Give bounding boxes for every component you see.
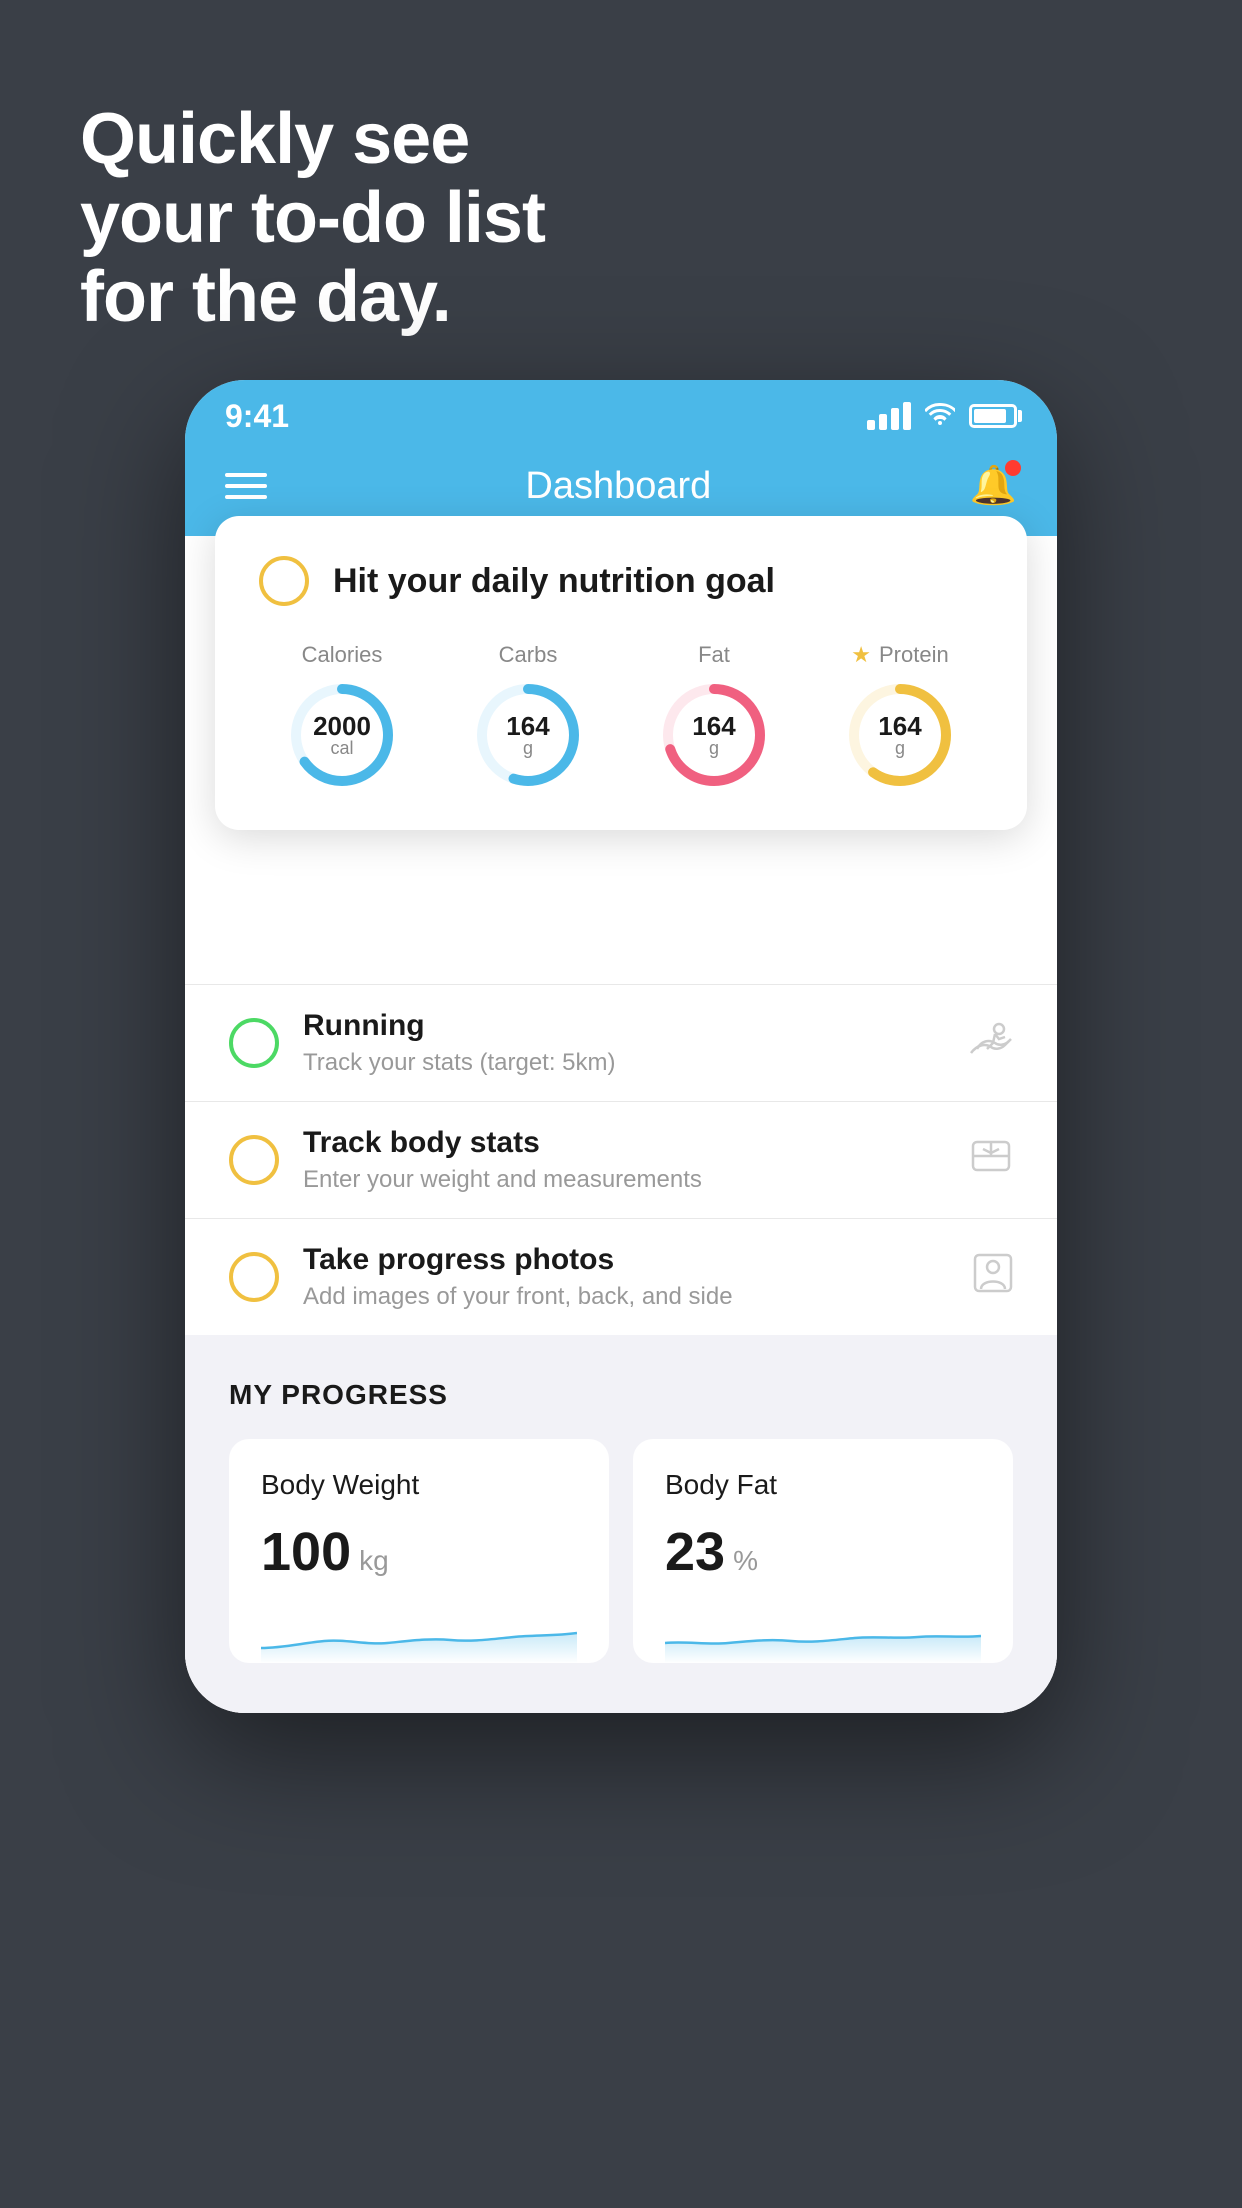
body-weight-unit: kg <box>359 1545 389 1577</box>
person-icon <box>973 1253 1013 1302</box>
status-icons <box>867 401 1017 432</box>
body-fat-number: 23 <box>665 1521 725 1583</box>
carbs-circle: 164 g <box>473 680 583 790</box>
hero-line3: for the day. <box>80 258 545 337</box>
running-subtitle: Track your stats (target: 5km) <box>303 1049 945 1077</box>
carbs-label: Carbs <box>499 642 558 668</box>
status-bar: 9:41 <box>185 380 1057 444</box>
wifi-icon <box>925 401 955 432</box>
card-title: Hit your daily nutrition goal <box>333 562 775 601</box>
photos-subtitle: Add images of your front, back, and side <box>303 1283 949 1311</box>
running-info: Running Track your stats (target: 5km) <box>303 1009 945 1077</box>
body-weight-card: Body Weight 100 kg <box>229 1439 609 1663</box>
protein-value: 164 <box>878 713 921 739</box>
body-weight-sparkline <box>261 1603 577 1663</box>
body-weight-number: 100 <box>261 1521 351 1583</box>
photos-info: Take progress photos Add images of your … <box>303 1243 949 1311</box>
calories-label: Calories <box>302 642 383 668</box>
app-title: Dashboard <box>525 465 711 508</box>
hero-line1: Quickly see <box>80 100 545 179</box>
calories-value: 2000 <box>313 713 371 739</box>
fat-unit: g <box>692 739 735 757</box>
main-content: THINGS TO DO TODAY Hit your daily nutrit… <box>185 536 1057 1713</box>
notification-bell[interactable]: 🔔 <box>970 464 1017 508</box>
progress-cards: Body Weight 100 kg <box>229 1439 1013 1663</box>
body-fat-card: Body Fat 23 % <box>633 1439 1013 1663</box>
phone-frame: 9:41 Dashboard 🔔 <box>185 380 1057 1713</box>
hamburger-menu[interactable] <box>225 473 267 499</box>
todo-item-body-stats[interactable]: Track body stats Enter your weight and m… <box>185 1101 1057 1218</box>
photos-title: Take progress photos <box>303 1243 949 1277</box>
body-weight-title: Body Weight <box>261 1469 577 1501</box>
body-stats-title: Track body stats <box>303 1126 945 1160</box>
calories-unit: cal <box>313 739 371 757</box>
body-fat-sparkline <box>665 1603 981 1663</box>
hero-line2: your to-do list <box>80 179 545 258</box>
carbs-value: 164 <box>506 713 549 739</box>
protein-unit: g <box>878 739 921 757</box>
body-fat-title: Body Fat <box>665 1469 981 1501</box>
body-stats-subtitle: Enter your weight and measurements <box>303 1166 945 1194</box>
carbs-unit: g <box>506 739 549 757</box>
body-fat-unit: % <box>733 1545 758 1577</box>
progress-section: MY PROGRESS Body Weight 100 kg <box>185 1335 1057 1713</box>
nutrition-checkbox[interactable] <box>259 556 309 606</box>
signal-icon <box>867 402 911 430</box>
fat-circle: 164 g <box>659 680 769 790</box>
hero-text: Quickly see your to-do list for the day. <box>80 100 545 338</box>
scale-icon <box>969 1136 1013 1185</box>
fat-label: Fat <box>698 642 730 668</box>
running-checkbox[interactable] <box>229 1018 279 1068</box>
card-header: Hit your daily nutrition goal <box>259 556 983 606</box>
photos-checkbox[interactable] <box>229 1252 279 1302</box>
body-stats-checkbox[interactable] <box>229 1135 279 1185</box>
body-fat-value-row: 23 % <box>665 1521 981 1583</box>
nutrition-carbs: Carbs 164 g <box>473 642 583 790</box>
running-title: Running <box>303 1009 945 1043</box>
nutrition-card: Hit your daily nutrition goal Calories 2… <box>215 516 1027 830</box>
nutrition-calories: Calories 2000 cal <box>287 642 397 790</box>
protein-label-star: ★ Protein <box>851 642 948 668</box>
todo-item-photos[interactable]: Take progress photos Add images of your … <box>185 1218 1057 1335</box>
battery-icon <box>969 404 1017 428</box>
notification-dot <box>1005 460 1021 476</box>
star-icon: ★ <box>851 642 871 668</box>
todo-item-running[interactable]: Running Track your stats (target: 5km) <box>185 984 1057 1101</box>
protein-label: Protein <box>879 642 949 668</box>
running-icon <box>969 1021 1013 1066</box>
protein-circle: 164 g <box>845 680 955 790</box>
nutrition-fat: Fat 164 g <box>659 642 769 790</box>
calories-circle: 2000 cal <box>287 680 397 790</box>
nutrition-row: Calories 2000 cal Carbs <box>259 642 983 790</box>
fat-value: 164 <box>692 713 735 739</box>
body-stats-info: Track body stats Enter your weight and m… <box>303 1126 945 1194</box>
body-weight-value-row: 100 kg <box>261 1521 577 1583</box>
nutrition-protein: ★ Protein 164 g <box>845 642 955 790</box>
status-time: 9:41 <box>225 398 289 435</box>
progress-header: MY PROGRESS <box>229 1379 1013 1411</box>
